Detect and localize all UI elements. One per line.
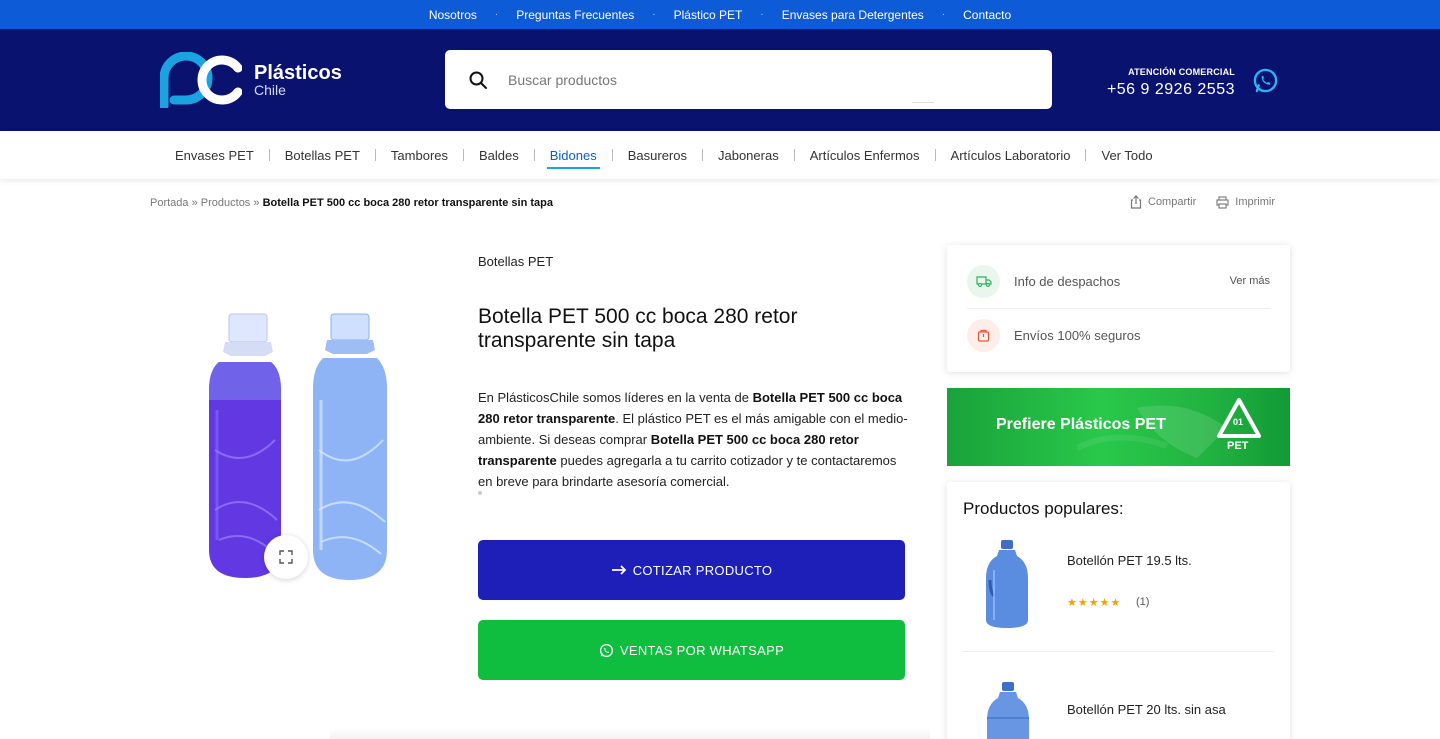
nav-baldes[interactable]: Baldes [479,131,519,179]
popular-product-image[interactable] [985,682,1031,739]
printer-icon [1216,195,1229,209]
separator-dot: · [494,9,499,20]
site-logo[interactable]: Plásticos Chile [160,51,350,109]
nav-divider [611,149,613,161]
share-icon [1130,195,1142,209]
arrow-right-icon [611,565,626,575]
shipping-info-label: Info de despachos [1014,273,1121,289]
whatsapp-icon[interactable] [1252,67,1279,94]
link-contacto[interactable]: Contacto [963,8,1011,22]
shipping-info-row[interactable]: Info de despachos Ver más [967,264,1270,298]
nav-envases-pet[interactable]: Envases PET [175,131,254,179]
nav-divider [463,149,464,161]
shipping-divider [967,308,1270,309]
nav-articulos-laboratorio[interactable]: Artículos Laboratorio [951,131,1071,179]
bottom-shadow [330,728,930,739]
contact-label: ATENCIÓN COMERCIAL [1128,67,1235,77]
nav-divider [374,149,376,161]
see-more-link[interactable]: Ver más [1230,275,1270,287]
truck-icon-wrap [967,264,1000,298]
recycle-code: 01 [1233,417,1244,427]
logo-mark-icon [160,52,242,108]
rating-count: (1) [1136,596,1150,608]
print-label: Imprimir [1235,196,1276,208]
page-tools: Compartir Imprimir [1130,195,1275,209]
logo-line-2: Chile [254,82,286,98]
description-dot [478,491,482,495]
nav-divider [1085,149,1087,161]
separator-dot: · [760,9,764,20]
nav-divider [533,149,535,161]
nav-bidones[interactable]: Bidones [546,131,600,179]
logo-line-1: Plásticos [254,62,342,84]
package-icon [977,329,990,342]
breadcrumb: Portada » Productos » Botella PET 500 cc… [150,197,553,209]
breadcrumb-home[interactable]: Portada [150,197,189,209]
search-input[interactable] [508,71,1008,88]
quote-product-button[interactable]: COTIZAR PRODUCTO [478,540,905,600]
breadcrumb-sep: » [253,197,260,209]
product-category[interactable]: Botellas PET [478,254,553,269]
contact-phone[interactable]: +56 9 2926 2553 [1100,81,1235,99]
share-label: Compartir [1148,196,1197,208]
whatsapp-button-label: VENTAS POR WHATSAPP [619,642,785,658]
recycle-label: PET [1227,440,1249,452]
truck-icon [975,276,992,287]
popular-product-image[interactable] [984,540,1030,630]
popular-divider [963,651,1274,652]
expand-icon [279,550,293,564]
popular-heading: Productos populares: [963,499,1124,518]
nav-jaboneras[interactable]: Jaboneras [718,131,779,179]
nav-ver-todo[interactable]: Ver Todo [1101,131,1152,179]
breadcrumb-current: Botella PET 500 cc boca 280 retor transp… [262,197,553,209]
top-links-bar: Nosotros · Preguntas Frecuentes · Plásti… [0,0,1440,29]
shipping-info-card: Info de despachos Ver más Envíos 100% se… [947,245,1290,372]
package-icon-wrap [967,318,1000,352]
nav-articulos-enfermos[interactable]: Artículos Enfermos [810,131,920,179]
popular-product-name[interactable]: Botellón PET 19.5 lts. [1067,553,1192,568]
link-preguntas-frecuentes[interactable]: Preguntas Frecuentes [516,8,634,22]
nav-botellas-pet[interactable]: Botellas PET [285,131,360,179]
popular-product-name[interactable]: Botellón PET 20 lts. sin asa [1067,702,1226,717]
search-icon[interactable] [468,70,488,90]
nav-divider [268,149,270,161]
nav-tambores[interactable]: Tambores [391,131,448,179]
secure-shipping-label: Envíos 100% seguros [1014,327,1141,343]
share-button[interactable]: Compartir [1130,195,1196,209]
breadcrumb-sep: » [191,197,198,209]
nav-divider [934,149,936,161]
pet-promo-banner[interactable]: Prefiere Plásticos PET 01 PET [947,388,1290,466]
whatsapp-icon [599,643,613,657]
popular-products-card: Productos populares: Botellón PET 19.5 l… [947,482,1290,739]
rating-stars: ★★★★★ [1067,597,1122,609]
sales-contact: ATENCIÓN COMERCIAL +56 9 2926 2553 [1100,67,1235,99]
category-nav: Envases PET Botellas PET Tambores Baldes… [0,131,1440,179]
link-plastico-pet[interactable]: Plástico PET [674,8,743,22]
nav-divider [701,149,703,161]
link-nosotros[interactable]: Nosotros [429,8,477,22]
separator-dot: · [941,9,946,20]
banner-text: Prefiere Plásticos PET [996,416,1166,433]
breadcrumb-products[interactable]: Productos [201,197,251,209]
quote-button-label: COTIZAR PRODUCTO [632,562,773,578]
logo-wordmark: Plásticos Chile [254,63,342,97]
nav-divider [793,149,795,161]
product-description: En PlásticosChile somos líderes en la ve… [478,387,908,492]
separator-dot: · [652,9,656,20]
product-title: Botella PET 500 cc boca 280 retor transp… [478,305,798,352]
site-header: Plásticos Chile ATENCIÓN COMERCIAL +56 9… [0,29,1440,131]
link-envases-detergentes[interactable]: Envases para Detergentes [782,8,924,22]
nav-basureros[interactable]: Basureros [628,131,687,179]
secure-shipping-row: Envíos 100% seguros [967,318,1270,352]
search-underline [912,102,934,103]
whatsapp-sales-button[interactable]: VENTAS POR WHATSAPP [478,620,905,680]
print-button[interactable]: Imprimir [1216,195,1276,209]
desc-text-1: En PlásticosChile somos líderes en la ve… [478,390,753,405]
zoom-button[interactable] [264,535,308,579]
search-bar [445,50,1052,109]
